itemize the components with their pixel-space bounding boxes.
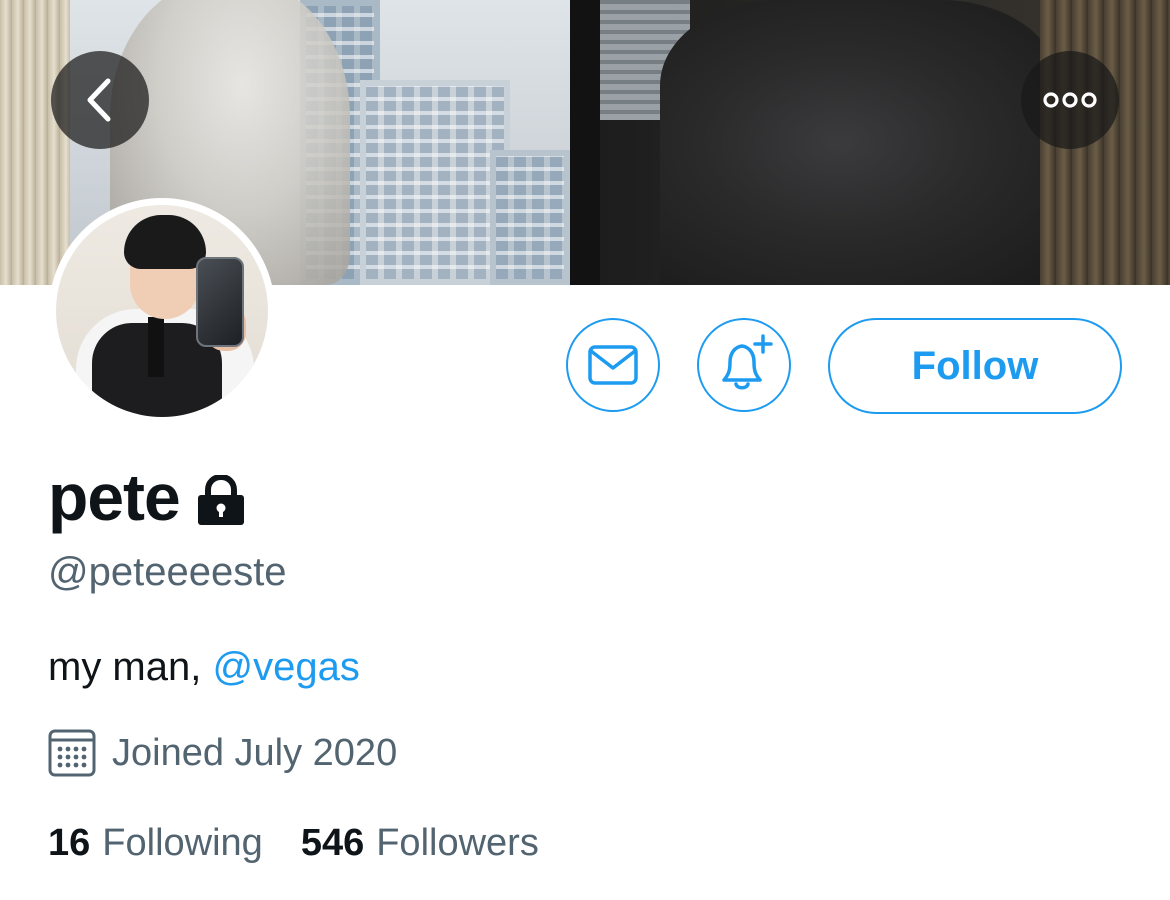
banner-building <box>490 150 570 285</box>
more-options-button[interactable] <box>1021 51 1119 149</box>
display-name-row: pete <box>48 460 246 534</box>
profile-bio: my man, @vegas <box>48 645 360 690</box>
banner-building <box>360 80 510 285</box>
profile-handle: @peteeeeste <box>48 550 287 594</box>
follow-stats: 16 Following 546 Followers <box>48 822 539 865</box>
following-label: Following <box>102 822 263 864</box>
following-link[interactable]: 16 Following <box>48 822 263 865</box>
mail-icon <box>588 345 638 385</box>
bio-mention-link[interactable]: @vegas <box>212 645 359 689</box>
joined-date: Joined July 2020 <box>48 726 397 780</box>
followers-label: Followers <box>376 822 539 864</box>
joined-text: Joined July 2020 <box>112 731 398 774</box>
bell-plus-icon <box>722 334 773 390</box>
message-button[interactable] <box>566 318 660 412</box>
avatar[interactable] <box>49 198 275 424</box>
display-name: pete <box>48 460 181 534</box>
lock-icon <box>197 475 244 525</box>
followers-link[interactable]: 546 Followers <box>301 822 539 865</box>
follow-button-label: Follow <box>911 343 1039 388</box>
followers-count: 546 <box>300 822 365 864</box>
banner-divider <box>570 0 600 285</box>
back-button[interactable] <box>51 51 149 149</box>
avatar-photo <box>56 205 268 417</box>
more-horizontal-icon <box>1043 92 1097 108</box>
banner-figure-right <box>660 0 1060 285</box>
banner-curtain-left <box>0 0 70 285</box>
chevron-left-icon <box>87 78 111 122</box>
notifications-button[interactable] <box>697 318 791 412</box>
bio-text: my man, <box>48 645 213 689</box>
calendar-icon <box>48 729 96 777</box>
follow-button[interactable]: Follow <box>828 318 1122 414</box>
following-count: 16 <box>48 822 91 864</box>
